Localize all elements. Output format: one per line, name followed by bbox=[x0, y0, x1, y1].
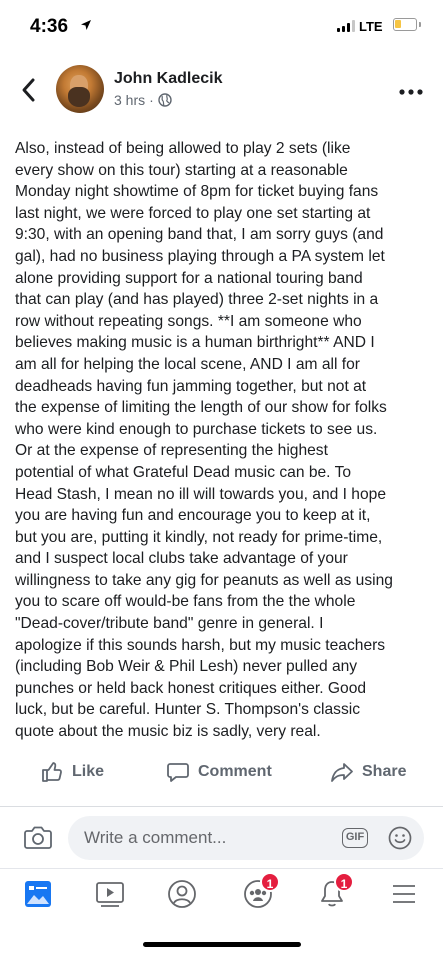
comment-placeholder: Write a comment... bbox=[84, 828, 227, 847]
author-name[interactable]: John Kadlecik bbox=[114, 70, 222, 88]
post-text-line: who were kind enough to purchase tickets… bbox=[15, 420, 378, 438]
camera-icon[interactable] bbox=[24, 824, 52, 850]
post-text-line: believes making music is a human birthri… bbox=[15, 334, 375, 352]
hamburger-menu-icon bbox=[393, 885, 415, 903]
share-button[interactable]: Share bbox=[330, 760, 406, 784]
post-text-line: row without repeating songs. **I am some… bbox=[15, 312, 362, 330]
comment-input[interactable]: Write a comment... GIF bbox=[68, 816, 424, 860]
post-text: Also, instead of being allowed to play 2… bbox=[15, 138, 429, 743]
profile-icon bbox=[168, 880, 196, 908]
post-text-line: apologize if this sounds harsh, but my m… bbox=[15, 636, 386, 654]
post-time[interactable]: 3 hrs bbox=[114, 92, 145, 108]
post-text-line: Also, instead of being allowed to play 2… bbox=[15, 140, 351, 157]
bottom-nav: 1 1 bbox=[0, 870, 443, 920]
network-label: LTE bbox=[359, 19, 383, 34]
back-arrow-icon[interactable] bbox=[18, 76, 40, 104]
post-actions: Like Comment Share bbox=[0, 748, 443, 798]
post-text-line: luck, but be careful. Hunter S. Thompson… bbox=[15, 701, 361, 719]
nav-menu[interactable] bbox=[388, 878, 422, 912]
status-bar: 4:36 LTE bbox=[0, 0, 443, 52]
post-text-line: gal), had no business playing through a … bbox=[15, 247, 385, 265]
post-text-line: and I suspect local clubs take advantage… bbox=[15, 550, 348, 568]
comment-composer: Write a comment... GIF bbox=[0, 812, 443, 866]
meta-separator: · bbox=[149, 92, 154, 108]
post-text-line: deadheads having fun jamming together, b… bbox=[15, 377, 367, 395]
more-options-icon[interactable] bbox=[398, 88, 424, 96]
post-text-line: you to scare off would-be fans from the … bbox=[15, 593, 356, 611]
post-text-line: you are having fun and encourage you to … bbox=[15, 507, 371, 525]
author-avatar[interactable] bbox=[56, 65, 104, 113]
post-header: John Kadlecik 3 hrs · bbox=[0, 58, 443, 126]
home-indicator bbox=[143, 942, 301, 947]
post-text-line: "Dead-cover/tribute band" genre in gener… bbox=[15, 615, 324, 633]
location-arrow-icon bbox=[81, 20, 91, 30]
emoji-icon[interactable] bbox=[388, 826, 412, 850]
globe-icon bbox=[158, 93, 172, 107]
post-text-line: punches or held back honest critiques ei… bbox=[15, 679, 367, 697]
watch-video-icon bbox=[96, 882, 124, 907]
news-feed-icon bbox=[25, 881, 51, 907]
nav-news-feed[interactable] bbox=[22, 878, 56, 912]
post-text-line: but you are, putting it kindly, not read… bbox=[15, 528, 383, 546]
post-text-line: Head Stash, I mean no ill will towards y… bbox=[15, 485, 386, 503]
comment-bubble-icon bbox=[167, 763, 189, 782]
post-text-line: Or at the expense of representing the hi… bbox=[15, 442, 328, 460]
nav-profile[interactable] bbox=[166, 878, 200, 912]
post-text-line: alone providing support for a national t… bbox=[15, 269, 363, 287]
divider bbox=[0, 806, 443, 807]
post-text-line: (including Bob Weir & Phil Lesh) never p… bbox=[15, 658, 358, 676]
groups-badge: 1 bbox=[260, 872, 280, 892]
share-label: Share bbox=[362, 763, 407, 780]
post-text-line: potential of what Grateful Dead music ca… bbox=[15, 463, 352, 481]
nav-groups[interactable]: 1 bbox=[242, 872, 280, 912]
post-text-line: last night, we were forced to play one s… bbox=[15, 204, 371, 222]
battery-icon bbox=[393, 18, 421, 31]
post-meta: 3 hrs · bbox=[114, 92, 172, 108]
post-text-line: every show on this tour) starting at a r… bbox=[15, 161, 348, 179]
like-button[interactable]: Like bbox=[40, 760, 104, 784]
comment-label: Comment bbox=[198, 763, 272, 780]
nav-divider bbox=[0, 868, 443, 869]
notifications-badge: 1 bbox=[334, 872, 354, 892]
nav-notifications[interactable]: 1 bbox=[316, 872, 354, 912]
share-arrow-icon bbox=[331, 763, 353, 782]
post-text-line: quote about the music biz is sadly, very… bbox=[15, 723, 321, 741]
clock: 4:36 bbox=[30, 16, 69, 37]
like-label: Like bbox=[72, 763, 105, 780]
post-text-line: that can play (and has played) three 2-s… bbox=[15, 291, 379, 309]
post-text-line: Monday night showtime of 8pm for ticket … bbox=[15, 183, 379, 201]
comment-button[interactable]: Comment bbox=[166, 760, 272, 784]
post-text-line: am all for helping the local scene, AND … bbox=[15, 355, 360, 373]
post-text-line: 9:30, with an opening band that, I am so… bbox=[15, 226, 384, 244]
post-text-line: willingness to take any gig for peanuts … bbox=[15, 571, 393, 589]
post-text-line: the expense of limiting the length of ou… bbox=[15, 399, 387, 417]
signal-icon bbox=[337, 20, 355, 32]
nav-watch[interactable] bbox=[94, 878, 128, 912]
gif-button[interactable]: GIF bbox=[342, 828, 368, 848]
thumbs-up-icon bbox=[42, 762, 62, 782]
